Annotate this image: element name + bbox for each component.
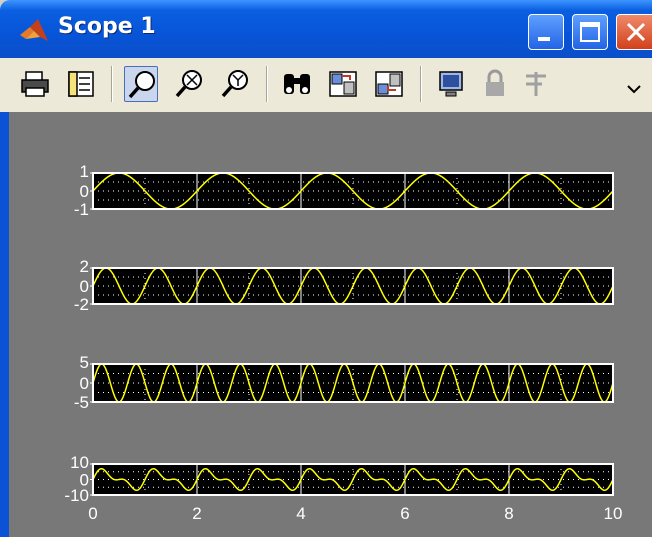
y-tick-label: -2 <box>74 295 89 314</box>
print-button[interactable] <box>18 66 52 102</box>
zoom-x-icon <box>175 70 202 98</box>
x-tick-label: 6 <box>400 504 409 523</box>
autoscale-button[interactable] <box>280 66 314 102</box>
close-button[interactable] <box>616 14 652 50</box>
lock-icon <box>486 69 504 96</box>
x-tick-label: 2 <box>192 504 201 523</box>
y-tick-label: 2 <box>80 257 89 276</box>
window-title: Scope 1 <box>58 14 156 39</box>
signal-selection-icon <box>526 72 546 96</box>
restore-axes-icon <box>375 71 403 97</box>
scope-axes-2: 20-2 <box>74 257 614 314</box>
toolbar-overflow-button[interactable] <box>620 66 644 102</box>
y-tick-label: -1 <box>74 200 89 219</box>
floating-scope-button[interactable] <box>434 66 468 102</box>
save-axes-icon <box>329 71 357 97</box>
window-frame <box>0 112 9 537</box>
maximize-icon <box>580 22 600 42</box>
x-tick-label: 8 <box>504 504 513 523</box>
toolbar-separator <box>111 66 113 102</box>
y-tick-label: -10 <box>64 486 89 505</box>
close-icon <box>626 22 646 42</box>
y-tick-label: 5 <box>80 353 89 372</box>
title-bar[interactable]: Scope 1 <box>0 0 652 58</box>
y-tick-label: 10 <box>70 453 89 472</box>
restore-axes-button[interactable] <box>372 66 406 102</box>
minimize-button[interactable] <box>528 14 564 50</box>
zoom-y-button[interactable] <box>218 66 252 102</box>
printer-icon <box>21 71 49 97</box>
save-axes-button[interactable] <box>326 66 360 102</box>
zoom-y-icon <box>221 70 248 98</box>
parameters-icon <box>68 71 94 97</box>
zoom-button[interactable] <box>124 66 158 102</box>
scope-axes-1: 10-1 <box>74 162 614 219</box>
monitor-icon <box>439 71 463 97</box>
zoom-icon <box>128 71 155 99</box>
lock-axes-button[interactable] <box>478 66 512 102</box>
toolbar-separator <box>266 66 268 102</box>
scope-axes-3: 5 0-5 <box>74 353 614 412</box>
y-tick-label: 0 <box>80 374 89 393</box>
matlab-logo-icon <box>20 19 48 41</box>
minimize-icon <box>538 37 550 41</box>
x-tick-label: 10 <box>604 504 623 523</box>
binoculars-icon <box>284 74 310 94</box>
scope-plot-area: 1 0 -1 2 0 -2 5 0 -5 10 0 -10 0 2 4 6 8 10 <box>9 112 652 537</box>
toolbar-separator <box>420 66 422 102</box>
y-tick-label: 1 <box>80 162 89 181</box>
y-tick-label: 0 <box>80 277 89 296</box>
x-tick-label: 4 <box>296 504 305 523</box>
zoom-x-button[interactable] <box>172 66 206 102</box>
chevron-icon <box>627 85 641 94</box>
signal-selection-button[interactable] <box>520 66 554 102</box>
toolbar <box>0 58 652 113</box>
scope-axes: 10-120-250-5100-100 2 4 6 8 10 <box>64 162 622 523</box>
x-tick-label: 0 <box>88 504 97 523</box>
y-tick-label: 0 <box>80 182 89 201</box>
maximize-button[interactable] <box>572 14 608 50</box>
parameters-button[interactable] <box>64 66 98 102</box>
y-tick-label: -5 <box>74 393 89 412</box>
scope-axes-4: 100-100 2 4 6 8 10 <box>64 453 622 523</box>
scope-window: Scope 1 1 0 -1 2 0 -2 5 0 -5 10 0 -10 0 … <box>0 0 652 537</box>
